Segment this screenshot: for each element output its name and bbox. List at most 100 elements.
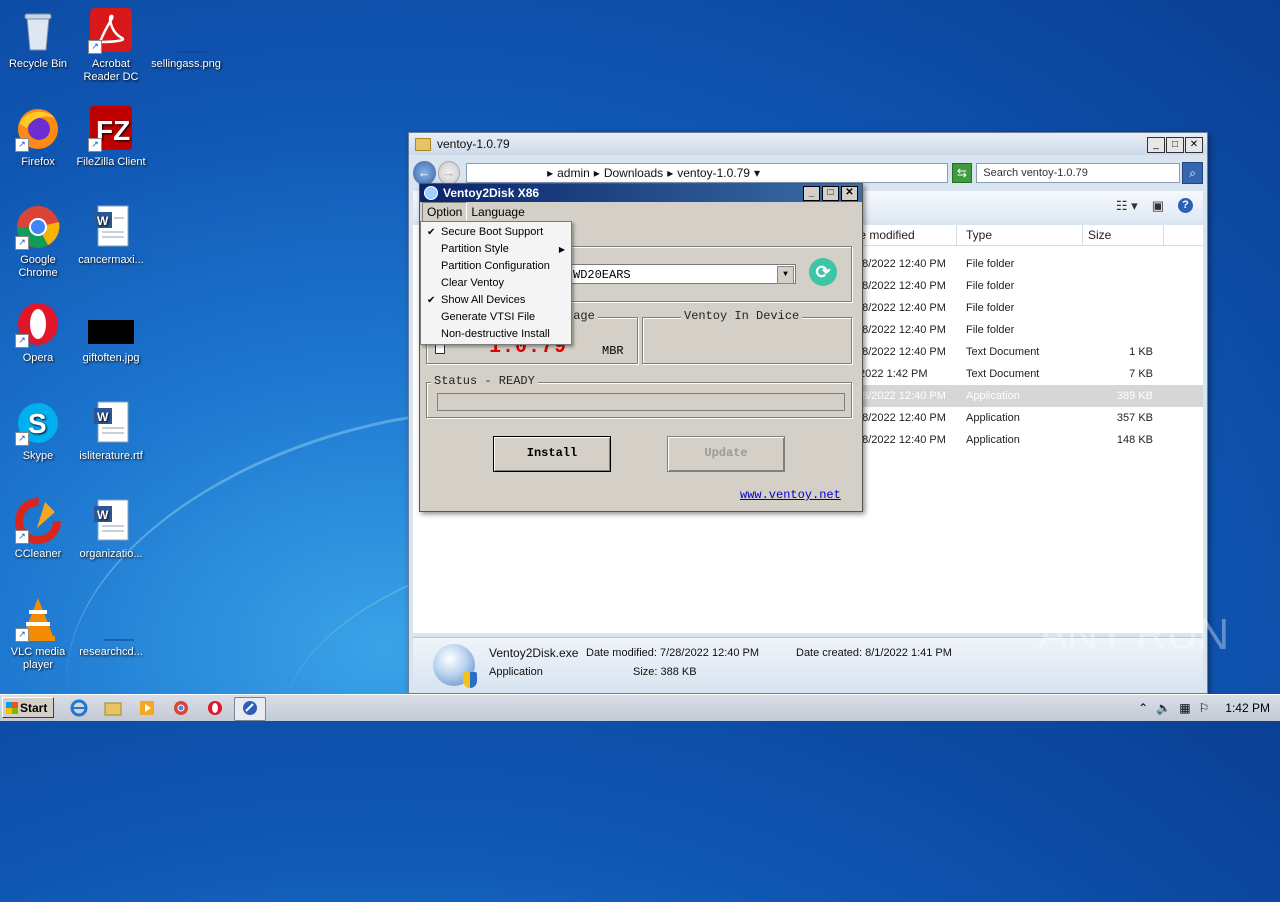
shortcut-arrow-icon: ↗ — [88, 40, 102, 54]
install-button[interactable]: Install — [493, 436, 611, 472]
vlc-icon: ↗ — [15, 596, 61, 642]
desktop-icon-filezilla[interactable]: FZ ↗ FileZilla Client — [73, 106, 149, 169]
row-type: Application — [966, 390, 1020, 402]
network-icon[interactable]: ▦ — [1179, 701, 1190, 715]
shortcut-arrow-icon: ↗ — [88, 138, 102, 152]
desktop-icon-vlc[interactable]: ↗ VLC media player — [0, 596, 76, 672]
row-date-modified: 28/2022 12:40 PM — [856, 302, 946, 314]
desktop-icon-organizatio[interactable]: W organizatio... — [73, 498, 149, 561]
desktop-icon-sellingass[interactable]: sellingass.png — [148, 8, 224, 71]
ventoy-logo-icon — [424, 186, 438, 200]
desktop-icon-ccleaner[interactable]: ↗ CCleaner — [0, 498, 76, 561]
column-size[interactable]: Size — [1083, 225, 1164, 245]
column-date-modified[interactable]: te modified — [851, 225, 957, 245]
row-type: Text Document — [966, 346, 1040, 358]
taskbar-ie-icon[interactable] — [66, 697, 92, 719]
refresh-devices-icon[interactable]: ⟳ — [809, 258, 837, 286]
row-date-modified: 28/2022 12:40 PM — [856, 390, 946, 402]
address-bar[interactable]: ▸ admin ▸ Downloads ▸ ventoy-1.0.79 ▾ — [466, 163, 948, 183]
help-icon[interactable]: ? — [1178, 198, 1193, 213]
desktop-icon-skype[interactable]: S ↗ Skype — [0, 400, 76, 463]
explorer-titlebar[interactable]: ventoy-1.0.79 _ □ ✕ — [409, 133, 1207, 155]
row-date-modified: 28/2022 12:40 PM — [856, 434, 946, 446]
column-type[interactable]: Type — [961, 225, 1083, 245]
refresh-button[interactable]: ⇆ — [951, 163, 973, 183]
option-menu-item-label: Partition Style — [441, 243, 509, 255]
tray-expand-icon[interactable]: ⌃ — [1138, 701, 1148, 715]
clock[interactable]: 1:42 PM — [1225, 701, 1270, 715]
preview-pane-icon[interactable]: ▣ — [1152, 198, 1164, 214]
action-center-flag-icon[interactable]: ⚐ — [1199, 701, 1210, 715]
details-type: Application — [489, 666, 543, 678]
desktop-icon-cancermaxi[interactable]: W cancermaxi... — [73, 204, 149, 267]
search-input[interactable]: Search ventoy-1.0.79 — [976, 163, 1181, 183]
status-label: Status - READY — [431, 374, 538, 388]
option-menu-item[interactable]: Generate VTSI File — [421, 309, 571, 326]
start-button[interactable]: Start — [2, 697, 54, 718]
taskbar-ventoy-icon[interactable] — [234, 697, 266, 721]
option-menu-item[interactable]: Partition Configuration — [421, 258, 571, 275]
chevron-down-icon[interactable]: ▼ — [777, 266, 794, 284]
svg-text:W: W — [97, 214, 109, 228]
desktop-icon-researchcd[interactable]: researchcd... — [73, 596, 149, 659]
option-menu-item[interactable]: Partition Style ▶ — [421, 241, 571, 258]
checkmark-icon: ✔ — [427, 295, 436, 306]
row-date-modified: 28/2022 12:40 PM — [856, 258, 946, 270]
desktop-icon-giftoften[interactable]: giftoften.jpg — [73, 302, 149, 365]
shortcut-arrow-icon: ↗ — [15, 530, 29, 544]
desktop-icon-acrobat[interactable]: ↗ Acrobat Reader DC — [73, 8, 149, 84]
row-type: Application — [966, 434, 1020, 446]
menu-language[interactable]: Language — [467, 203, 528, 221]
option-menu-item[interactable]: Clear Ventoy — [421, 275, 571, 292]
close-button[interactable]: ✕ — [841, 186, 858, 201]
option-menu-item-label: Clear Ventoy — [441, 277, 504, 289]
minimize-button[interactable]: _ — [803, 186, 820, 201]
watermark: ANY RUN — [1038, 610, 1229, 659]
taskbar-opera-icon[interactable] — [202, 697, 228, 719]
search-icon[interactable]: ⌕ — [1182, 162, 1203, 184]
firefox-icon: ↗ — [15, 106, 61, 152]
desktop-icon-opera[interactable]: ↗ Opera — [0, 302, 76, 365]
desktop-icon-recycle-bin[interactable]: Recycle Bin — [0, 8, 76, 71]
menu-option[interactable]: Option — [422, 202, 468, 222]
desktop-icon-isliterature[interactable]: W isliterature.rtf — [73, 400, 149, 463]
minimize-button[interactable]: _ — [1147, 137, 1165, 153]
ventoy-website-link[interactable]: www.ventoy.net — [740, 488, 841, 502]
shortcut-arrow-icon: ↗ — [15, 236, 29, 250]
row-size: 1 KB — [1129, 346, 1153, 358]
breadcrumb-item[interactable]: admin — [557, 166, 590, 180]
ventoy-titlebar[interactable]: Ventoy2Disk X86 _ □ ✕ — [420, 184, 862, 202]
breadcrumb-item[interactable]: ventoy-1.0.79 — [677, 166, 750, 180]
close-button[interactable]: ✕ — [1185, 137, 1203, 153]
option-menu-item[interactable]: Non-destructive Install — [421, 326, 571, 343]
forward-button[interactable]: → — [437, 161, 461, 185]
image-file-icon — [163, 8, 223, 54]
svg-text:W: W — [97, 508, 109, 522]
progress-bar — [437, 393, 845, 411]
device-select[interactable]: WD20EARS ▼ — [566, 264, 796, 284]
breadcrumb-arrow-icon: ▸ — [547, 166, 554, 180]
breadcrumb-item[interactable]: Downloads — [604, 166, 663, 180]
update-button[interactable]: Update — [667, 436, 785, 472]
secure-boot-checkbox[interactable] — [435, 344, 445, 354]
view-options-icon[interactable]: ☷ ▾ — [1116, 198, 1138, 214]
maximize-button[interactable]: □ — [1166, 137, 1184, 153]
volume-icon[interactable]: 🔈 — [1156, 701, 1171, 715]
device-group-label: Ventoy In Device — [681, 309, 803, 323]
row-size: 7 KB — [1129, 368, 1153, 380]
system-tray: ⌃ 🔈 ▦ ⚐ 1:42 PM — [1138, 695, 1270, 721]
option-menu-item[interactable]: ✔ Secure Boot Support — [421, 224, 571, 241]
checkmark-icon: ✔ — [427, 227, 436, 238]
maximize-button[interactable]: □ — [822, 186, 839, 201]
taskbar-chrome-icon[interactable] — [168, 697, 194, 719]
ventoy-title: Ventoy2Disk X86 — [443, 186, 540, 200]
back-button[interactable]: ← — [413, 161, 436, 185]
desktop-icon-firefox[interactable]: ↗ Firefox — [0, 106, 76, 169]
desktop-icon-chrome[interactable]: ↗ Google Chrome — [0, 204, 76, 280]
row-date-modified: 28/2022 12:40 PM — [856, 346, 946, 358]
option-menu-item[interactable]: ✔ Show All Devices — [421, 292, 571, 309]
taskbar-media-player-icon[interactable] — [134, 697, 160, 719]
row-type: Text Document — [966, 368, 1040, 380]
start-label: Start — [20, 701, 48, 715]
taskbar-explorer-icon[interactable] — [100, 697, 126, 719]
